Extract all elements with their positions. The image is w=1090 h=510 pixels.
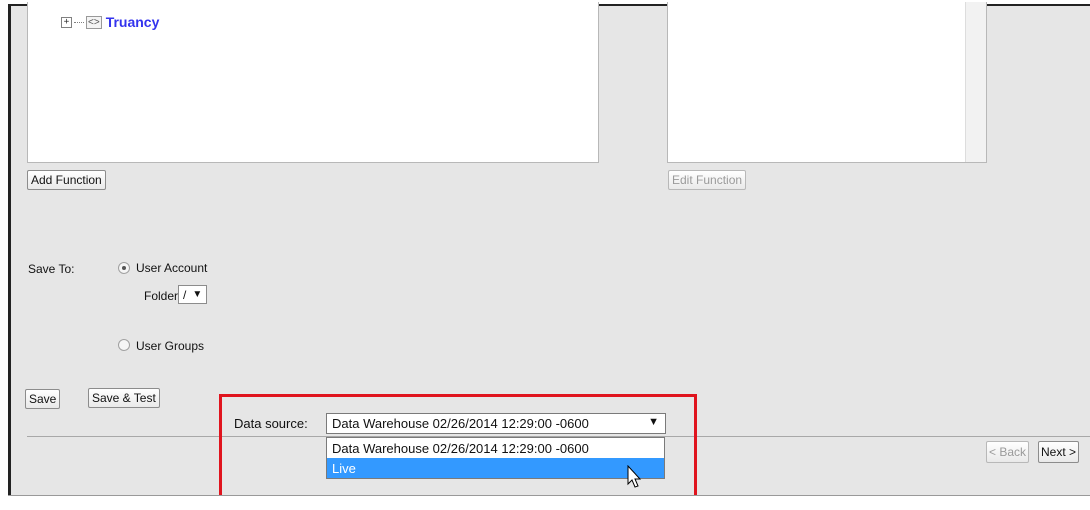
user-groups-radio[interactable] xyxy=(118,339,130,351)
chevron-down-icon: ▼ xyxy=(192,289,203,300)
folder-select[interactable]: / ▼ xyxy=(178,285,208,304)
bottom-strip xyxy=(8,495,1090,510)
edit-function-button[interactable]: Edit Function xyxy=(668,170,747,190)
user-account-radio[interactable] xyxy=(118,262,130,274)
highlight-annotation xyxy=(219,394,697,500)
code-icon: <> xyxy=(86,15,102,29)
function-list[interactable] xyxy=(667,2,987,163)
save-and-test-button[interactable]: Save & Test xyxy=(88,388,160,408)
save-to-label: Save To: xyxy=(28,262,75,276)
expand-icon[interactable]: + xyxy=(61,16,72,28)
add-function-button[interactable]: Add Function xyxy=(27,170,106,190)
folder-label: Folder: xyxy=(144,289,182,303)
tree-item-truancy[interactable]: + <> Truancy xyxy=(61,13,159,31)
tree-item-label[interactable]: Truancy xyxy=(106,14,160,30)
folder-value: / xyxy=(183,287,187,302)
scrollbar[interactable] xyxy=(965,2,986,162)
save-button[interactable]: Save xyxy=(25,389,61,409)
user-groups-label: User Groups xyxy=(136,339,205,353)
next-button[interactable]: Next > xyxy=(1038,441,1080,463)
tree-connector xyxy=(74,21,84,23)
mouse-cursor-icon xyxy=(627,465,642,488)
back-button[interactable]: < Back xyxy=(986,441,1030,463)
user-account-label: User Account xyxy=(136,261,208,275)
